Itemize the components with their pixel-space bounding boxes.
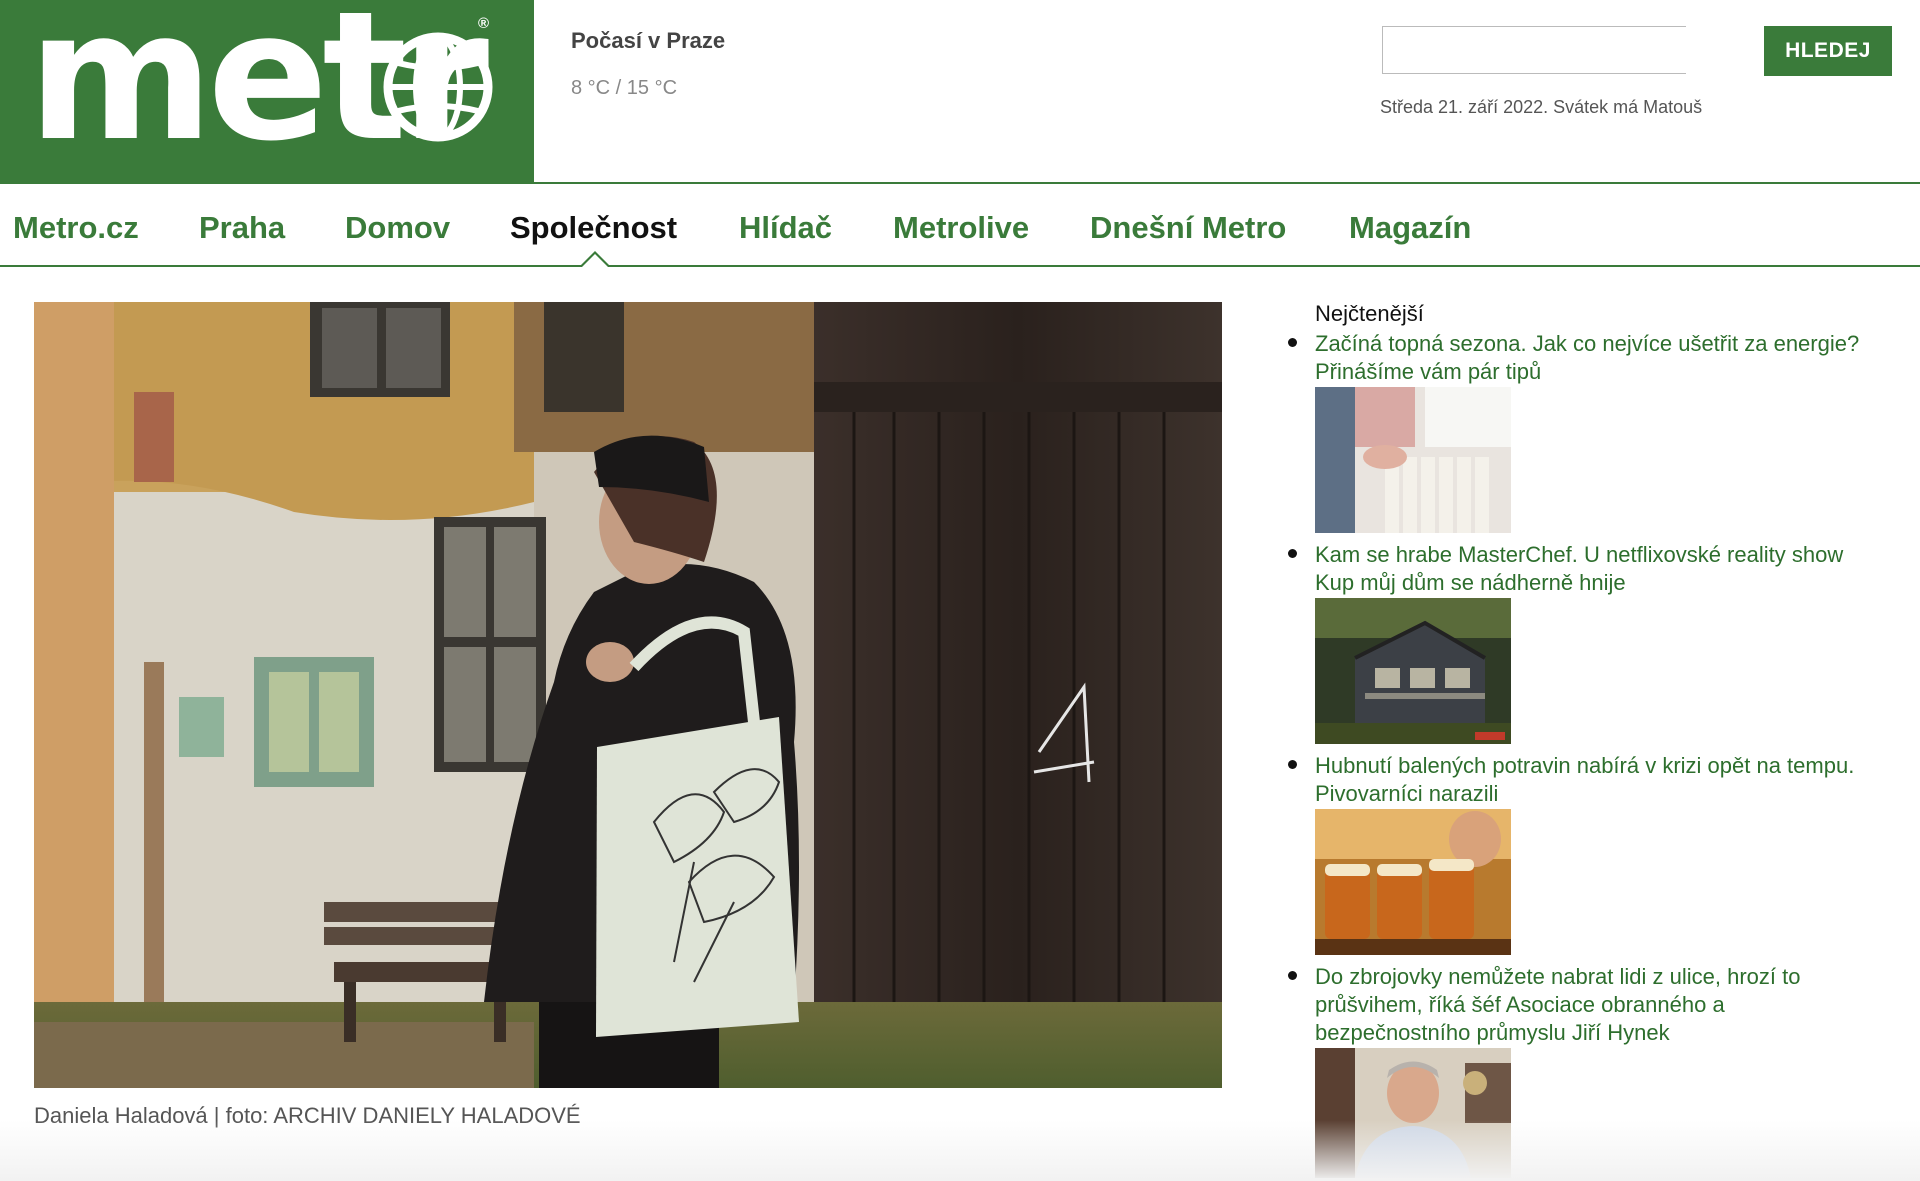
nav-item-dnesni-metro[interactable]: Dnešní Metro <box>1090 210 1286 246</box>
most-read-item: Kam se hrabe MasterChef. U netflixovské … <box>1288 541 1888 751</box>
most-read-thumbnail[interactable] <box>1315 1048 1511 1178</box>
bullet-icon <box>1288 760 1297 769</box>
search-button[interactable]: HLEDEJ <box>1764 26 1892 76</box>
most-read-item: Začíná topná sezona. Jak co nejvíce ušet… <box>1288 330 1888 540</box>
headline-line: Přinášíme vám pár tipů <box>1315 359 1542 384</box>
most-read-link[interactable]: Kam se hrabe MasterChef. U netflixovské … <box>1315 541 1895 597</box>
nav-item-hlidac[interactable]: Hlídač <box>739 210 832 246</box>
most-read-item: Hubnutí balených potravin nabírá v krizi… <box>1288 752 1888 962</box>
weather-title[interactable]: Počasí v Praze <box>571 28 725 54</box>
most-read-thumbnail[interactable] <box>1315 387 1511 533</box>
most-read-heading: Nejčtenější <box>1315 301 1424 326</box>
most-read-thumbnail[interactable] <box>1315 598 1511 744</box>
photo-illustration <box>34 302 1222 1088</box>
headline-line: bezpečnostního průmyslu Jiří Hynek <box>1315 1020 1670 1045</box>
nav-item-spolecnost[interactable]: Společnost <box>510 210 677 246</box>
most-read-thumbnail[interactable] <box>1315 809 1511 955</box>
headline-line: Hubnutí balených potravin nabírá v krizi… <box>1315 753 1855 778</box>
globe-icon <box>383 32 493 142</box>
nav-item-praha[interactable]: Praha <box>199 210 285 246</box>
most-read-link[interactable]: Do zbrojovky nemůžete nabrat lidi z ulic… <box>1315 963 1895 1047</box>
house-image <box>1315 598 1511 744</box>
most-read-link[interactable]: Začíná topná sezona. Jak co nejvíce ušet… <box>1315 330 1895 386</box>
article-photo[interactable] <box>34 302 1222 1088</box>
most-read-link[interactable]: Hubnutí balených potravin nabírá v krizi… <box>1315 752 1895 808</box>
bullet-icon <box>1288 338 1297 347</box>
bullet-icon <box>1288 971 1297 980</box>
headline-line: Pivovarníci narazili <box>1315 781 1499 806</box>
headline-line: Začíná topná sezona. Jak co nejvíce ušet… <box>1315 331 1860 356</box>
headline-line: Kam se hrabe MasterChef. U netflixovské … <box>1315 542 1844 567</box>
date-nameday: Středa 21. září 2022. Svátek má Matouš <box>1380 97 1703 117</box>
beer-image <box>1315 809 1511 955</box>
nav-item-magazin[interactable]: Magazín <box>1349 210 1471 246</box>
radiator-image <box>1315 387 1511 533</box>
portrait-image <box>1315 1048 1511 1178</box>
headline-line: průšvihem, říká šéf Asociace obranného a <box>1315 992 1725 1017</box>
search-input[interactable] <box>1382 26 1686 74</box>
nav-item-metro-cz[interactable]: Metro.cz <box>13 210 139 246</box>
photo-caption: Daniela Haladová | foto: ARCHIV DANIELY … <box>34 1103 581 1128</box>
most-read-item: Do zbrojovky nemůžete nabrat lidi z ulic… <box>1288 963 1888 1181</box>
bullet-icon <box>1288 549 1297 558</box>
main-navigation: Metro.cz Praha Domov Společnost Hlídač M… <box>0 182 1920 268</box>
nav-item-domov[interactable]: Domov <box>345 210 450 246</box>
registered-mark: ® <box>478 15 490 32</box>
headline-line: Do zbrojovky nemůžete nabrat lidi z ulic… <box>1315 964 1801 989</box>
nav-item-metrolive[interactable]: Metrolive <box>893 210 1029 246</box>
weather-temperature: 8 °C / 15 °C <box>571 77 678 99</box>
metro-logo[interactable]: metr ® <box>0 0 534 183</box>
headline-line: Kup můj dům se nádherně hnije <box>1315 570 1626 595</box>
